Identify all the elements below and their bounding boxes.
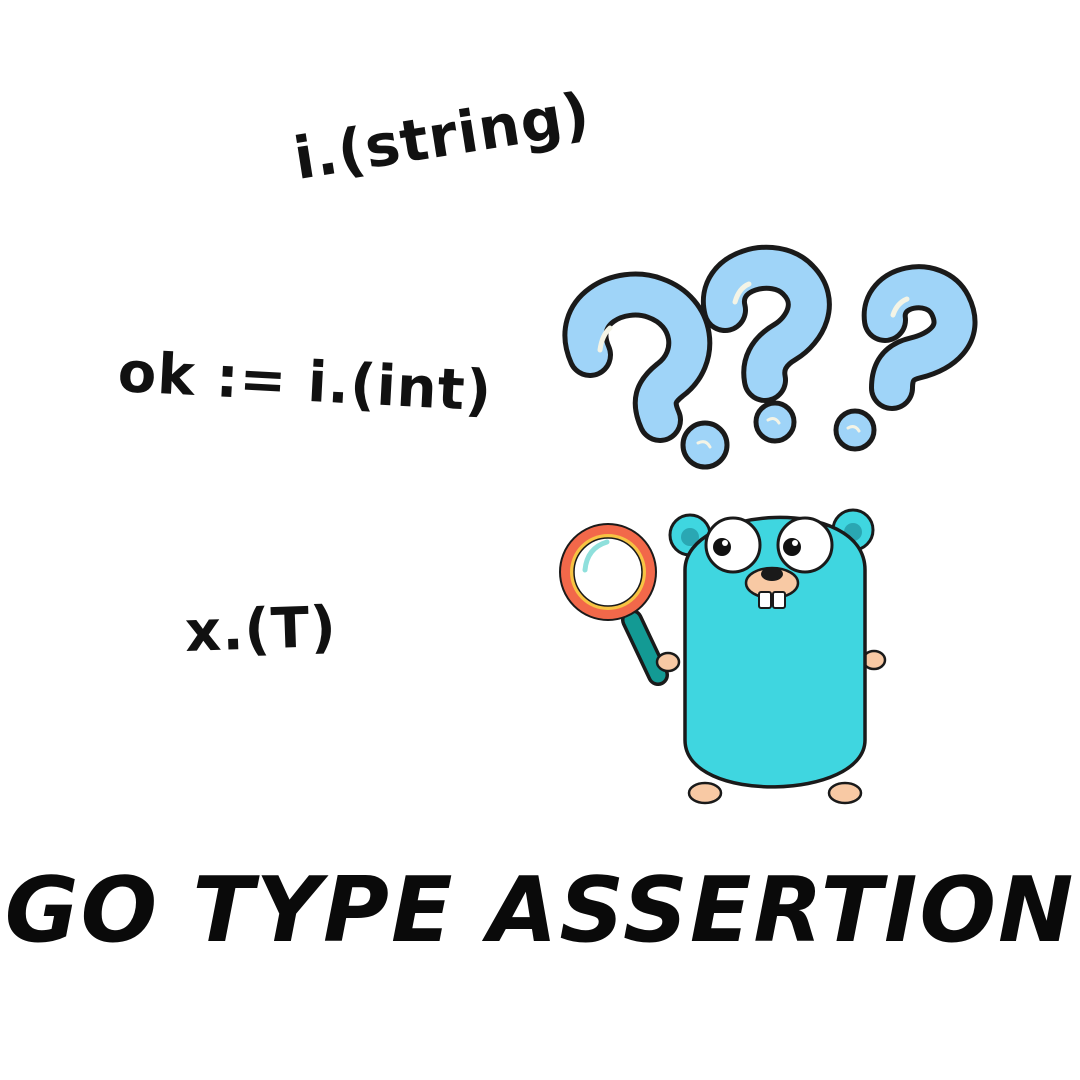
code-snippet-string-assertion: i.(string) xyxy=(289,79,595,193)
poster: i.(string) ok := i.(int) x.(T) GO TYPE A… xyxy=(0,0,1080,1080)
gopher-mascot xyxy=(668,508,887,805)
gopher-illustration xyxy=(559,244,978,805)
magnifying-glass-icon xyxy=(559,523,681,686)
question-mark-icon xyxy=(833,264,978,452)
code-snippet-int-assertion: ok := i.(int) xyxy=(116,340,494,425)
question-mark-icon xyxy=(701,244,832,444)
poster-title: GO TYPE ASSERTION xyxy=(4,858,1076,963)
code-snippet-generic-assertion: x.(T) xyxy=(183,594,338,665)
